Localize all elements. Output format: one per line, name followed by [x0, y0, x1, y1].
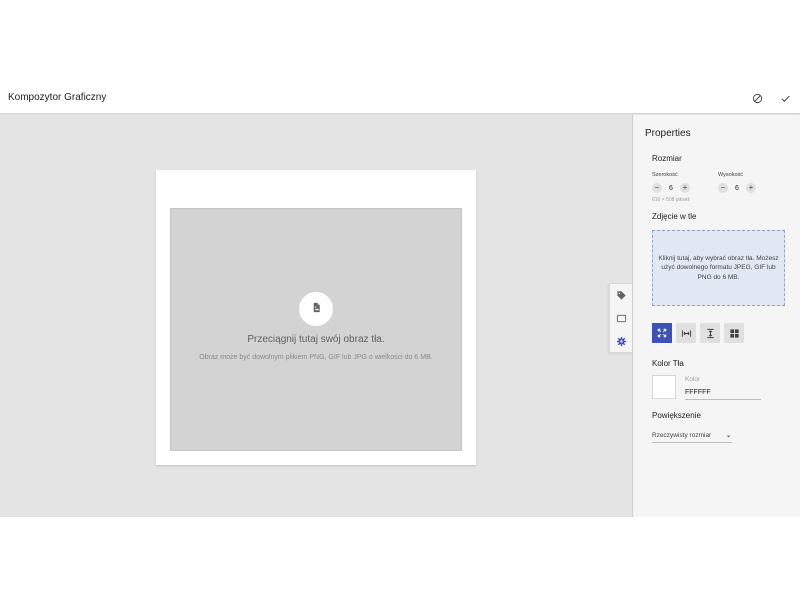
- background-image-heading: Zdjęcie w tle: [652, 212, 697, 221]
- height-value: 6: [735, 184, 739, 192]
- height-stepper: − 6 +: [718, 183, 756, 193]
- workspace: Przeciągnij tutaj swój obraz tła. Obraz …: [0, 115, 632, 517]
- properties-panel: Properties Rozmiar Szerokość − 6 + Wysok…: [632, 115, 800, 517]
- width-label: Szerokość: [652, 172, 678, 178]
- drop-title: Przeciągnij tutaj swój obraz tła.: [247, 334, 385, 345]
- color-field[interactable]: [685, 386, 761, 400]
- height-decrease-button[interactable]: −: [718, 183, 728, 193]
- drop-subtitle: Obraz może być dowolnym plikiem PNG, GIF…: [199, 354, 433, 361]
- canvas-card: Przeciągnij tutaj swój obraz tła. Obraz …: [156, 170, 476, 465]
- app-title: Kompozytor Graficzny: [8, 92, 107, 103]
- background-upload-box[interactable]: Kliknij tutaj, aby wybrać obraz tła. Moż…: [652, 230, 785, 306]
- height-label: Wysokość: [718, 172, 744, 178]
- tag-icon[interactable]: [610, 284, 633, 307]
- color-label: Kolor: [685, 376, 701, 383]
- height-increase-button[interactable]: +: [746, 183, 756, 193]
- fit-icon[interactable]: [652, 323, 672, 343]
- block-icon[interactable]: [750, 91, 764, 105]
- drop-icon-circle: [299, 292, 333, 326]
- image-mode-row: [652, 323, 744, 343]
- tile-icon[interactable]: [724, 323, 744, 343]
- check-icon[interactable]: [778, 91, 792, 105]
- side-tabs: [609, 283, 633, 353]
- zoom-select[interactable]: Rzeczywisty rozmiar: [652, 429, 732, 443]
- zoom-value: Rzeczywisty rozmiar: [652, 432, 712, 439]
- pixels-hint: 610 × 508 pikseli: [652, 197, 690, 203]
- width-value: 6: [669, 184, 673, 192]
- gear-icon[interactable]: [610, 330, 633, 353]
- panel-title: Properties: [645, 128, 691, 139]
- background-dropzone[interactable]: Przeciągnij tutaj swój obraz tła. Obraz …: [170, 208, 462, 451]
- top-app-bar: Kompozytor Graficzny: [0, 82, 800, 114]
- size-heading: Rozmiar: [652, 154, 682, 163]
- zoom-heading: Powiększenie: [652, 411, 701, 420]
- width-increase-button[interactable]: +: [680, 183, 690, 193]
- file-image-icon: [311, 300, 322, 318]
- color-swatch[interactable]: [652, 375, 676, 399]
- rectangle-icon[interactable]: [610, 307, 633, 330]
- stretch-horizontal-icon[interactable]: [676, 323, 696, 343]
- background-color-heading: Kolor Tła: [652, 359, 684, 368]
- chevron-down-icon: [725, 427, 732, 445]
- upload-text: Kliknij tutaj, aby wybrać obraz tła. Moż…: [658, 254, 779, 281]
- width-stepper: − 6 +: [652, 183, 690, 193]
- top-actions: [750, 91, 792, 105]
- width-decrease-button[interactable]: −: [652, 183, 662, 193]
- stretch-vertical-icon[interactable]: [700, 323, 720, 343]
